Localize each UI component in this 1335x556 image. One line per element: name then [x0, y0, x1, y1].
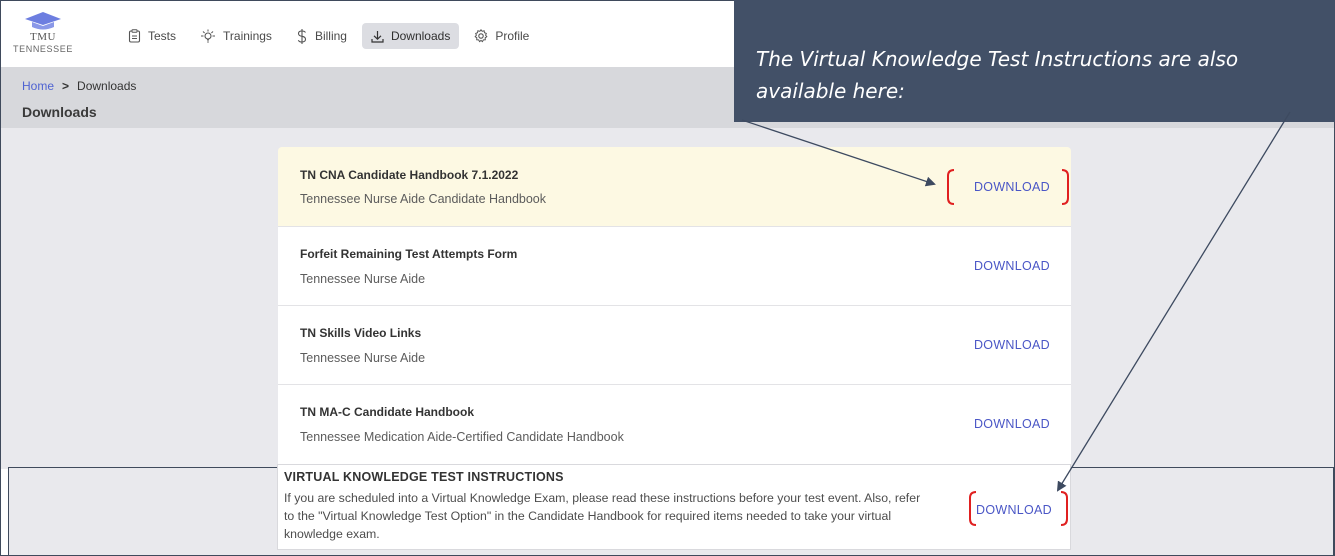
- virtual-instructions-body: If you are scheduled into a Virtual Know…: [284, 491, 921, 541]
- download-item: TN Skills Video Links Tennessee Nurse Ai…: [278, 306, 1071, 385]
- download-item: TN CNA Candidate Handbook 7.1.2022 Tenne…: [278, 147, 1071, 227]
- nav-trainings[interactable]: Trainings: [191, 23, 281, 49]
- brand-logo[interactable]: TMU TENNESSEE: [13, 11, 73, 54]
- callout-box: The Virtual Knowledge Test Instructions …: [734, 0, 1335, 122]
- dollar-icon: [297, 28, 306, 44]
- download-item-title: TN Skills Video Links: [300, 326, 422, 340]
- lightbulb-icon: [201, 29, 216, 43]
- virtual-instructions-title: VIRTUAL KNOWLEDGE TEST INSTRUCTIONS: [284, 470, 564, 484]
- download-item-title: TN CNA Candidate Handbook 7.1.2022: [300, 168, 519, 182]
- download-icon: [371, 30, 384, 43]
- gear-icon: [474, 29, 488, 43]
- breadcrumb-separator: >: [62, 79, 70, 93]
- download-item: TN MA-C Candidate Handbook Tennessee Med…: [278, 385, 1071, 465]
- nav-trainings-label: Trainings: [223, 29, 272, 43]
- download-item-title: Forfeit Remaining Test Attempts Form: [300, 247, 518, 261]
- callout-text: The Virtual Knowledge Test Instructions …: [756, 47, 1239, 103]
- nav-tests-label: Tests: [148, 29, 177, 43]
- virtual-instructions-download-button[interactable]: DOWNLOAD: [976, 503, 1052, 517]
- nav-profile[interactable]: Profile: [465, 23, 538, 49]
- download-item-title: TN MA-C Candidate Handbook: [300, 405, 474, 419]
- nav-profile-label: Profile: [495, 29, 530, 43]
- main-nav: Tests Trainings Billing Downloads Profil…: [119, 23, 544, 49]
- download-button[interactable]: DOWNLOAD: [974, 259, 1050, 273]
- download-button[interactable]: DOWNLOAD: [974, 180, 1050, 194]
- download-item-subtitle: Tennessee Medication Aide-Certified Cand…: [300, 430, 624, 444]
- breadcrumb: Home > Downloads: [22, 79, 136, 93]
- graduation-cap-icon: [25, 12, 61, 30]
- brand-name: TMU: [30, 31, 56, 43]
- breadcrumb-home-link[interactable]: Home: [22, 79, 54, 93]
- download-item-subtitle: Tennessee Nurse Aide: [300, 272, 426, 286]
- nav-downloads-label: Downloads: [390, 29, 451, 43]
- download-item: Forfeit Remaining Test Attempts Form Ten…: [278, 227, 1071, 306]
- download-item-subtitle: Tennessee Nurse Aide: [300, 351, 426, 365]
- breadcrumb-current: Downloads: [77, 79, 137, 93]
- download-item-subtitle: Tennessee Nurse Aide Candidate Handbook: [300, 192, 547, 206]
- download-button[interactable]: DOWNLOAD: [974, 417, 1050, 431]
- nav-billing-label: Billing: [314, 29, 347, 43]
- nav-downloads[interactable]: Downloads: [361, 23, 460, 49]
- nav-billing[interactable]: Billing: [287, 23, 356, 49]
- nav-tests[interactable]: Tests: [119, 23, 185, 49]
- page-title: Downloads: [22, 104, 97, 120]
- download-button[interactable]: DOWNLOAD: [974, 338, 1050, 352]
- virtual-instructions-card: VIRTUAL KNOWLEDGE TEST INSTRUCTIONS If y…: [277, 464, 1071, 550]
- clipboard-icon: [128, 29, 141, 43]
- brand-state: TENNESSEE: [13, 44, 73, 54]
